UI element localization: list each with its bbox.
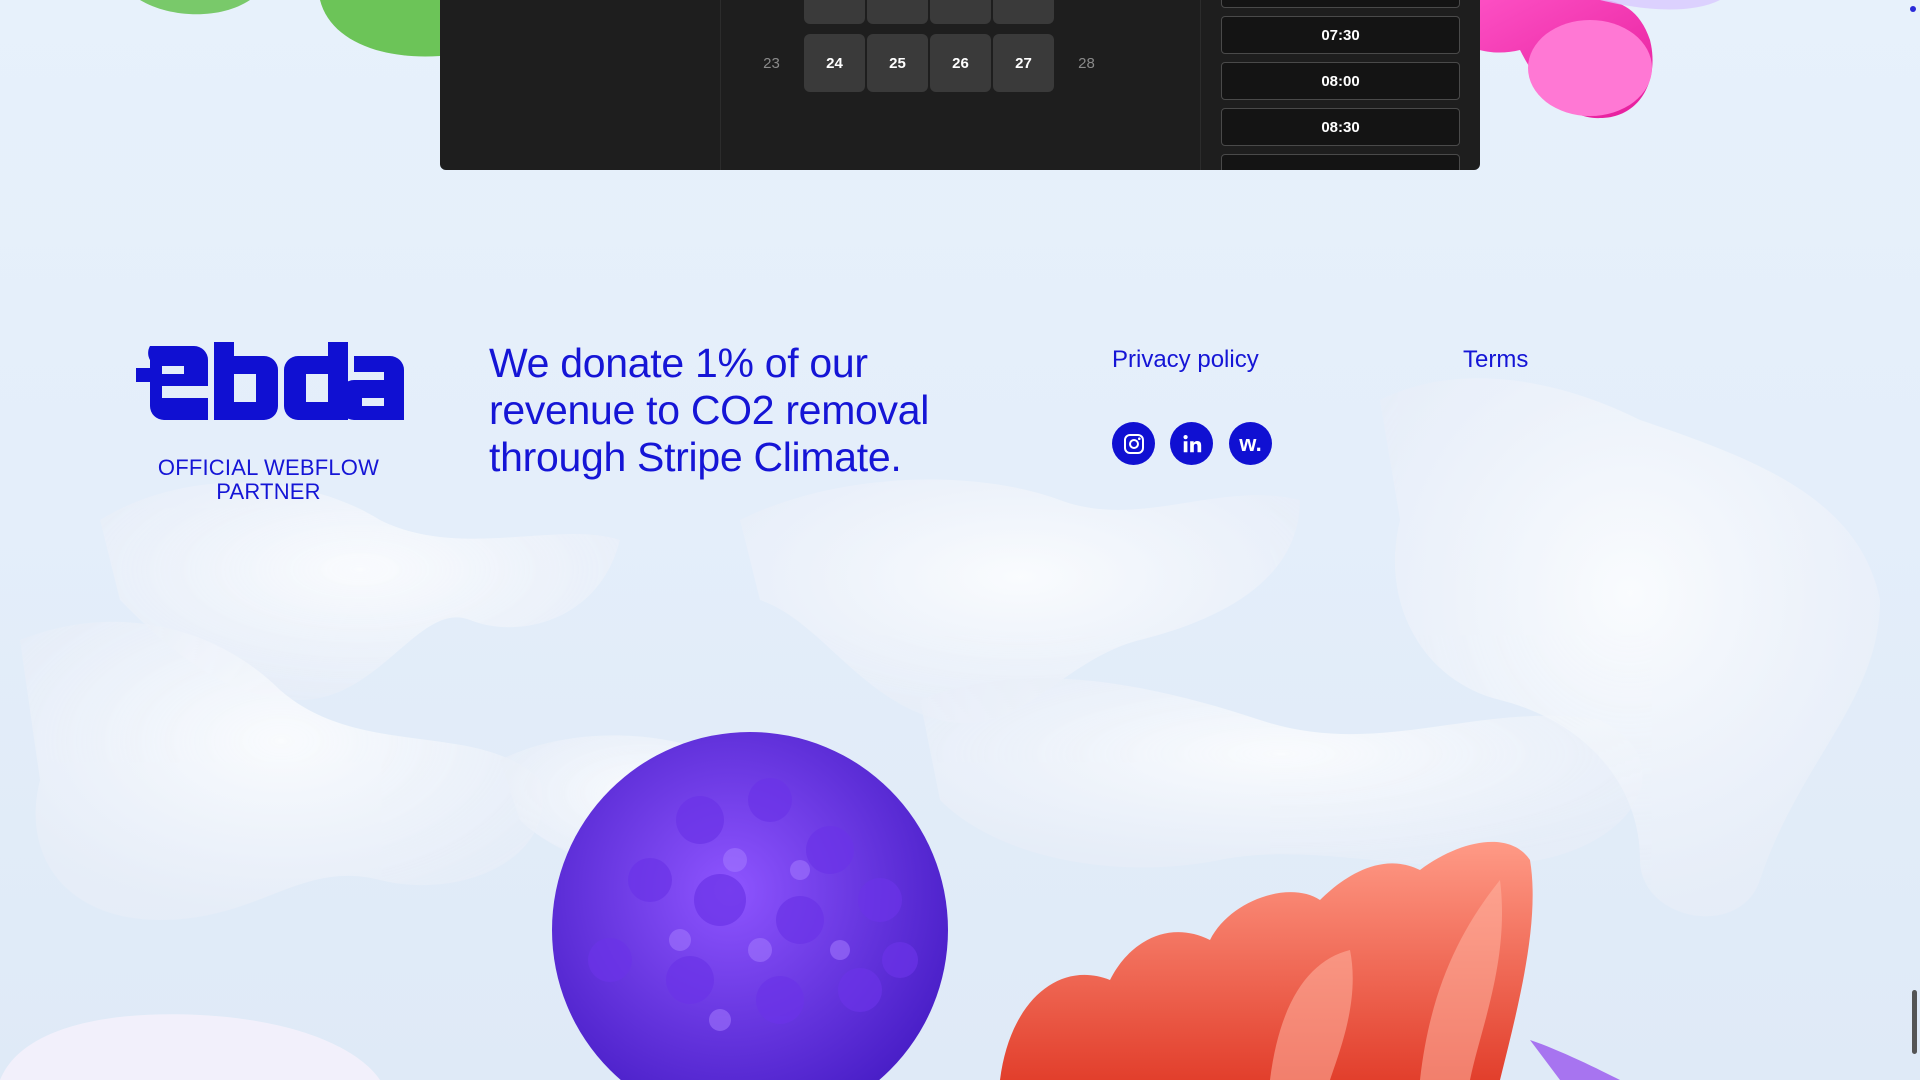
scroll-indicator-dot: [1910, 6, 1916, 12]
climate-tagline: We donate 1% of our revenue to CO2 remov…: [489, 340, 930, 480]
official-webflow-partner-label: OFFICIAL WEBFLOW PARTNER: [157, 455, 380, 504]
calendar-day-18[interactable]: 18: [867, 0, 928, 24]
instagram-icon: [1123, 433, 1144, 454]
calendar-divider: [720, 0, 721, 170]
time-slot-0730[interactable]: 07:30: [1221, 16, 1460, 54]
time-slot-partial-bottom[interactable]: [1221, 154, 1460, 170]
calendar-day-19[interactable]: 19: [930, 0, 991, 24]
calendar-day-17[interactable]: 17: [804, 0, 865, 24]
instagram-link[interactable]: [1112, 422, 1155, 465]
linkedin-link[interactable]: [1170, 422, 1213, 465]
calendar-day-26[interactable]: 26: [930, 34, 991, 92]
calendar-day-20[interactable]: 20: [993, 0, 1054, 24]
ebda-logo[interactable]: [136, 342, 404, 424]
privacy-policy-link[interactable]: Privacy policy: [1112, 346, 1259, 374]
webflow-icon: w.: [1239, 430, 1262, 456]
linkedin-icon: [1182, 434, 1201, 452]
page-scrollbar-thumb[interactable]: [1912, 990, 1917, 1054]
time-slot-0800[interactable]: 08:00: [1221, 62, 1460, 100]
webflow-link[interactable]: w.: [1229, 422, 1272, 465]
terms-link[interactable]: Terms: [1463, 346, 1528, 374]
calendar-day-23: 23: [763, 54, 780, 72]
calendar-day-25[interactable]: 25: [867, 34, 928, 92]
time-slot-partial[interactable]: [1221, 0, 1460, 8]
calendar-day-24[interactable]: 24: [804, 34, 865, 92]
calendar-day-22: 22: [1119, 0, 1180, 24]
calendar-day-27[interactable]: 27: [993, 34, 1054, 92]
calendar-day-28: 28: [1078, 54, 1095, 72]
timeslot-divider: [1200, 0, 1201, 170]
calendar-day-21: 21: [1056, 0, 1117, 24]
booking-calendar-widget: 16 17 18 19 20 21 22 23 24 25 26 27 28 0…: [440, 0, 1480, 170]
time-slot-0830[interactable]: 08:30: [1221, 108, 1460, 146]
calendar-day-16: 16: [741, 0, 802, 24]
